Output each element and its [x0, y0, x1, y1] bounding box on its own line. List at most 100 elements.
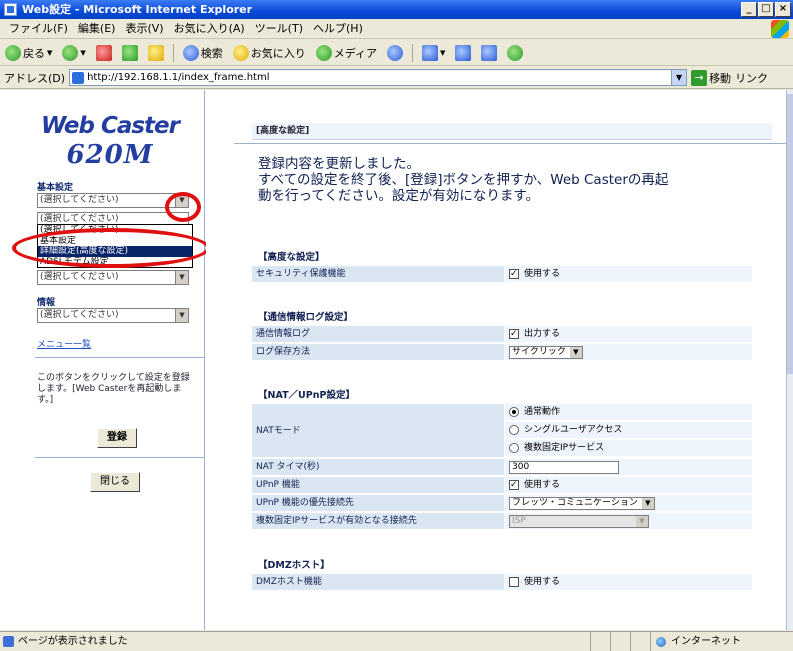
- toolbar-divider: [172, 43, 174, 62]
- nat-mode-radio-normal[interactable]: [509, 407, 519, 417]
- ie-icon: [4, 3, 17, 16]
- nat-mode-row: NATモード 通常動作 シングルユーザアクセス 複数固定IPサービス: [252, 404, 752, 458]
- minimize-button[interactable]: _: [741, 2, 757, 17]
- nat-timer-row: NAT タイマ(秒) 300: [252, 459, 752, 476]
- messenger-button[interactable]: [504, 42, 526, 64]
- address-label: アドレス(D): [4, 71, 66, 85]
- menu-file[interactable]: ファイル(F): [4, 19, 73, 38]
- menu-help[interactable]: ヘルプ(H): [308, 19, 368, 38]
- chevron-down-icon[interactable]: ▼: [569, 346, 582, 358]
- address-url: http://192.168.1.1/index_frame.html: [87, 72, 270, 83]
- refresh-button[interactable]: [119, 42, 141, 64]
- dmz-section-title: 【DMZホスト】: [258, 560, 330, 571]
- address-input[interactable]: http://192.168.1.1/index_frame.html ▼: [69, 69, 688, 86]
- home-button[interactable]: [145, 42, 167, 64]
- scrollbar-thumb[interactable]: [787, 94, 793, 374]
- page-content: Web Caster 620M 基本設定 (選択してください) ▼ (選択してく…: [0, 90, 793, 630]
- menu-bar: ファイル(F) 編集(E) 表示(V) お気に入り(A) ツール(T) ヘルプ(…: [0, 19, 793, 39]
- status-pane: [610, 632, 630, 651]
- annotation-ellipse: [12, 228, 210, 268]
- chevron-down-icon[interactable]: ▼: [636, 515, 648, 527]
- chevron-down-icon[interactable]: ▼: [175, 271, 188, 284]
- chevron-down-icon[interactable]: ▼: [671, 70, 687, 85]
- log-row: 通信情報ログ 出力する: [252, 326, 752, 343]
- history-icon: [387, 44, 404, 61]
- toolbar-divider: [412, 43, 414, 62]
- media-icon: [315, 44, 332, 61]
- edit-icon: [481, 44, 498, 61]
- star-icon: [232, 44, 249, 61]
- web-caster-logo: Web Caster 620M: [41, 113, 180, 170]
- search-button[interactable]: 検索: [180, 42, 226, 64]
- print-icon: [455, 44, 472, 61]
- status-bar: ページが表示されました インターネット: [0, 631, 793, 651]
- page-icon: [72, 71, 85, 84]
- menu-favorites[interactable]: お気に入り(A): [169, 19, 250, 38]
- register-button[interactable]: 登録: [97, 428, 137, 448]
- update-message-line3: 動を行ってください。設定が有効になります。: [258, 188, 540, 204]
- divider: [234, 143, 786, 144]
- annotation-circle: [165, 192, 201, 222]
- log-checkbox[interactable]: [509, 326, 519, 343]
- media-button[interactable]: メディア: [313, 42, 380, 64]
- third-select[interactable]: (選択してください) ▼: [37, 270, 189, 285]
- address-bar: アドレス(D) http://192.168.1.1/index_frame.h…: [0, 67, 793, 89]
- info-select[interactable]: (選択してください) ▼: [37, 308, 189, 323]
- info-section: 情報 (選択してください) ▼: [37, 295, 195, 323]
- menu-list-link[interactable]: メニュー一覧: [37, 337, 91, 350]
- multi-ip-row: 複数固定IPサービスが有効となる接続先 ISP ▼: [252, 513, 752, 530]
- search-icon: [182, 44, 199, 61]
- log-save-row: ログ保存方法 サイクリック ▼: [252, 344, 752, 361]
- close-button[interactable]: ×: [775, 2, 791, 17]
- go-arrow-icon: →: [691, 69, 708, 86]
- security-checkbox[interactable]: [509, 266, 519, 283]
- forward-button[interactable]: ▼: [59, 42, 88, 64]
- favorites-button[interactable]: お気に入り: [230, 42, 309, 64]
- menu-tools[interactable]: ツール(T): [250, 19, 308, 38]
- edit-button[interactable]: [478, 42, 500, 64]
- browser-window: Web設定 - Microsoft Internet Explorer _ □ …: [0, 0, 793, 651]
- left-frame: Web Caster 620M 基本設定 (選択してください) ▼ (選択してく…: [0, 90, 210, 630]
- go-button[interactable]: → 移動: [691, 69, 731, 86]
- update-message: 登録内容を更新しました。 すべての設定を終了後、[登録]ボタンを押すか、Web …: [258, 156, 778, 204]
- window-title: Web設定 - Microsoft Internet Explorer: [22, 3, 253, 16]
- nat-timer-input[interactable]: 300: [509, 460, 619, 474]
- dmz-row: DMZホスト機能 使用する: [252, 574, 752, 591]
- mail-icon: [422, 44, 439, 61]
- status-pane: [590, 632, 610, 651]
- stop-icon: [95, 44, 112, 61]
- history-button[interactable]: [384, 42, 406, 64]
- multi-ip-select[interactable]: ISP ▼: [509, 514, 649, 528]
- advanced-section-title: 【高度な設定】: [258, 252, 325, 263]
- forward-arrow-icon: [62, 44, 79, 61]
- divider: [35, 457, 205, 458]
- refresh-icon: [121, 44, 138, 61]
- nat-section-title: 【NAT／UPnP設定】: [258, 390, 355, 401]
- help-text: このボタンをクリックして設定を登録します。[Web Casterを再起動します。…: [37, 373, 190, 405]
- main-frame: [高度な設定] 登録内容を更新しました。 すべての設定を終了後、[登録]ボタンを…: [206, 90, 786, 630]
- upnp-pref-select[interactable]: フレッツ・コミュニケーション ▼: [509, 496, 655, 510]
- update-message-line2: すべての設定を終了後、[登録]ボタンを押すか、Web Casterの再起: [258, 172, 669, 188]
- mail-button[interactable]: ▼: [419, 42, 448, 64]
- nat-mode-radio-single[interactable]: [509, 425, 519, 435]
- menu-edit[interactable]: 編集(E): [73, 19, 121, 38]
- back-button[interactable]: 戻る ▼: [2, 42, 55, 64]
- security-row: セキュリティ保護機能 使用する: [252, 266, 752, 283]
- upnp-checkbox[interactable]: [509, 477, 519, 494]
- log-section-title: 【通信情報ログ設定】: [258, 312, 354, 323]
- status-text: ページが表示されました: [0, 632, 590, 651]
- stop-button[interactable]: [93, 42, 115, 64]
- links-label[interactable]: リンク: [735, 70, 768, 86]
- chevron-down-icon[interactable]: ▼: [175, 309, 188, 322]
- nat-mode-radio-multi[interactable]: [509, 443, 519, 453]
- log-save-select[interactable]: サイクリック ▼: [509, 345, 583, 359]
- close-page-button[interactable]: 閉じる: [90, 472, 140, 492]
- vertical-scrollbar[interactable]: [786, 90, 793, 630]
- chevron-down-icon[interactable]: ▼: [641, 497, 654, 509]
- print-button[interactable]: [452, 42, 474, 64]
- info-label: 情報: [37, 298, 56, 308]
- menu-view[interactable]: 表示(V): [120, 19, 168, 38]
- dmz-checkbox[interactable]: [509, 577, 519, 587]
- maximize-button[interactable]: □: [758, 2, 774, 17]
- back-arrow-icon: [5, 44, 21, 61]
